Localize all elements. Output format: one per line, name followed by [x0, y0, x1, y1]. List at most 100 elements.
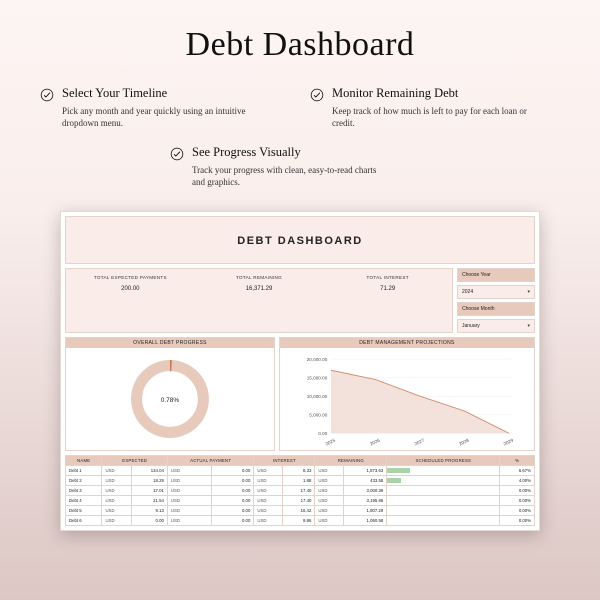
- chevron-down-icon: ▾: [527, 289, 530, 295]
- chevron-down-icon: ▾: [527, 323, 530, 329]
- cell-rem: 3,195.86: [344, 495, 387, 505]
- cell-act: 0.00: [212, 495, 254, 505]
- cell-cur: USD: [102, 475, 131, 485]
- cell-cur: USD: [315, 495, 344, 505]
- cell-act: 0.00: [212, 515, 254, 525]
- cell-name: Debt 1: [66, 465, 102, 475]
- th-remaining: REMAINING: [315, 455, 387, 465]
- cell-cur: USD: [167, 475, 211, 485]
- svg-text:20,000.00: 20,000.00: [307, 357, 328, 362]
- cell-bar: [387, 515, 500, 525]
- table-header-row: NAME EXPECTED ACTUAL PAYMENT INTEREST RE…: [66, 455, 535, 465]
- cell-pct: 4.00%: [500, 475, 535, 485]
- cell-name: Debt 6: [66, 515, 102, 525]
- dashboard-card: DEBT DASHBOARD TOTAL EXPECTED PAYMENTS 2…: [60, 211, 540, 531]
- cell-cur: USD: [315, 485, 344, 495]
- cell-pct: 6.67%: [500, 465, 535, 475]
- svg-text:5,000.00: 5,000.00: [309, 412, 327, 417]
- cell-bar: [387, 475, 500, 485]
- month-selector[interactable]: January ▾: [457, 319, 535, 333]
- cell-cur: USD: [315, 475, 344, 485]
- cell-act: 0.00: [212, 505, 254, 515]
- cell-pct: 0.00%: [500, 515, 535, 525]
- th-pct: %: [500, 455, 535, 465]
- cell-int: 8.33: [283, 465, 315, 475]
- svg-text:0.78%: 0.78%: [161, 396, 180, 403]
- selector-label-text: Choose Month: [462, 306, 495, 312]
- page-title: Debt Dashboard: [30, 26, 570, 64]
- cell-act: 0.00: [212, 475, 254, 485]
- cell-cur: USD: [102, 485, 131, 495]
- feature-title: Select Your Timeline: [62, 86, 257, 101]
- cell-bar: [387, 505, 500, 515]
- total-label: TOTAL INTEREST: [323, 275, 452, 280]
- cell-cur: USD: [254, 465, 283, 475]
- table-row: Debt 2USD18.29USD0.00USD1.88USD433.554.0…: [66, 475, 535, 485]
- cell-name: Debt 4: [66, 495, 102, 505]
- cell-cur: USD: [167, 515, 211, 525]
- cell-int: 17.40: [283, 495, 315, 505]
- feature-desc: Pick any month and year quickly using an…: [62, 105, 257, 129]
- th-name: NAME: [66, 455, 102, 465]
- cell-name: Debt 5: [66, 505, 102, 515]
- feature-grid: Select Your Timeline Pick any month and …: [40, 86, 560, 189]
- feature-title: See Progress Visually: [192, 145, 387, 160]
- feature-desc: Track your progress with clean, easy-to-…: [192, 164, 387, 188]
- svg-text:0.00: 0.00: [318, 431, 327, 436]
- svg-text:2028: 2028: [458, 437, 470, 446]
- cell-cur: USD: [167, 465, 211, 475]
- cell-int: 16.42: [283, 505, 315, 515]
- donut-chart-box: OVERALL DEBT PROGRESS 0.78%: [65, 337, 275, 451]
- cell-bar: [387, 495, 500, 505]
- cell-cur: USD: [254, 485, 283, 495]
- feature-progress: See Progress Visually Track your progres…: [40, 145, 560, 188]
- svg-text:15,000.00: 15,000.00: [307, 375, 328, 380]
- cell-cur: USD: [315, 515, 344, 525]
- total-label: TOTAL EXPECTED PAYMENTS: [66, 275, 195, 280]
- th-progress: SCHEDULED PROGRESS: [387, 455, 500, 465]
- cell-int: 17.40: [283, 485, 315, 495]
- svg-text:2026: 2026: [369, 437, 381, 446]
- check-icon: [310, 88, 324, 102]
- table-row: Debt 1USD134.04USD0.00USD8.33USD1,873.63…: [66, 465, 535, 475]
- cell-exp: 9.13: [131, 505, 167, 515]
- svg-text:10,000.00: 10,000.00: [307, 394, 328, 399]
- cell-pct: 0.00%: [500, 505, 535, 515]
- cell-cur: USD: [254, 475, 283, 485]
- cell-cur: USD: [315, 505, 344, 515]
- cell-bar: [387, 465, 500, 475]
- total-label: TOTAL REMAINING: [195, 275, 324, 280]
- dashboard-title: DEBT DASHBOARD: [237, 235, 363, 247]
- cell-int: 1.88: [283, 475, 315, 485]
- cell-name: Debt 2: [66, 475, 102, 485]
- table-row: Debt 6USD0.00USD0.00USD9.86USD1,060.580.…: [66, 515, 535, 525]
- check-icon: [170, 147, 184, 161]
- table-row: Debt 4USD21.54USD0.00USD17.40USD3,195.86…: [66, 495, 535, 505]
- cell-cur: USD: [315, 465, 344, 475]
- year-selector[interactable]: 2024 ▾: [457, 285, 535, 299]
- cell-exp: 0.00: [131, 515, 167, 525]
- cell-rem: 1,807.29: [344, 505, 387, 515]
- cell-cur: USD: [254, 505, 283, 515]
- line-chart-title: DEBT MANAGEMENT PROJECTIONS: [280, 338, 534, 348]
- th-expected: EXPECTED: [102, 455, 167, 465]
- table-row: Debt 3USD17.01USD0.00USD17.40USD3,000.39…: [66, 485, 535, 495]
- cell-exp: 17.01: [131, 485, 167, 495]
- totals-panel: TOTAL EXPECTED PAYMENTS 200.00 TOTAL REM…: [65, 268, 453, 333]
- feature-monitor: Monitor Remaining Debt Keep track of how…: [310, 86, 560, 129]
- cell-cur: USD: [102, 505, 131, 515]
- cell-rem: 1,060.58: [344, 515, 387, 525]
- month-selector-label: Choose Month: [457, 302, 535, 316]
- cell-cur: USD: [254, 515, 283, 525]
- selector-label-text: Choose Year: [462, 272, 491, 278]
- th-actual: ACTUAL PAYMENT: [167, 455, 253, 465]
- total-value: 16,371.29: [195, 286, 324, 292]
- cell-cur: USD: [102, 495, 131, 505]
- cell-int: 9.86: [283, 515, 315, 525]
- cell-exp: 18.29: [131, 475, 167, 485]
- line-chart-box: DEBT MANAGEMENT PROJECTIONS 20,000.00 15…: [279, 337, 535, 451]
- selector-value: January: [462, 323, 480, 329]
- cell-exp: 134.04: [131, 465, 167, 475]
- cell-act: 0.00: [212, 465, 254, 475]
- cell-cur: USD: [167, 505, 211, 515]
